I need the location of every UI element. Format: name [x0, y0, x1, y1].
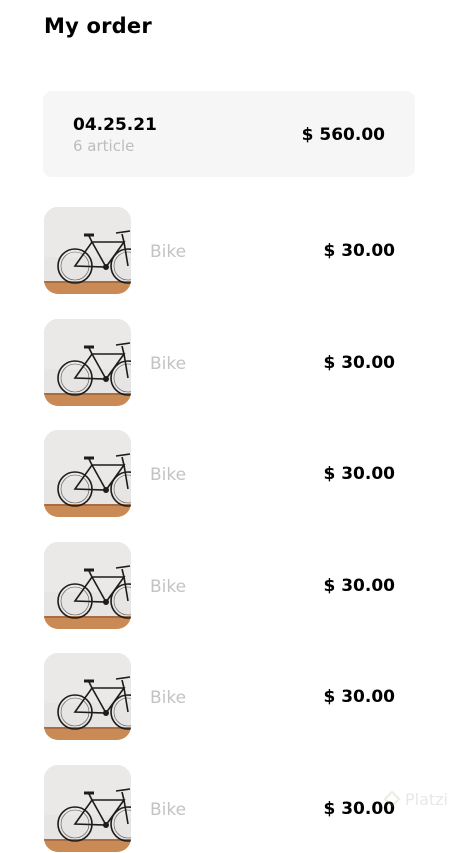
item-price: $ 30.00: [323, 576, 395, 596]
bike-thumbnail: [44, 653, 131, 740]
bike-photo-icon: [44, 430, 131, 517]
item-price: $ 30.00: [323, 464, 395, 484]
bike-thumbnail: [44, 319, 131, 406]
list-item[interactable]: Bike $ 30.00: [44, 542, 396, 630]
order-total: $ 560.00: [301, 125, 385, 145]
bike-thumbnail: [44, 765, 131, 852]
watermark-text: Platzi: [404, 790, 448, 809]
order-date: 04.25.21: [73, 115, 157, 135]
item-name: Bike: [150, 242, 187, 262]
list-item[interactable]: Bike $ 30.00: [44, 653, 396, 741]
item-name: Bike: [150, 577, 187, 597]
order-summary-card[interactable]: 04.25.21 6 article $ 560.00: [43, 91, 415, 177]
bike-photo-icon: [44, 319, 131, 406]
list-item[interactable]: Bike $ 30.00: [44, 430, 396, 518]
item-name: Bike: [150, 354, 187, 374]
platzi-watermark: Platzi: [383, 790, 448, 809]
bike-photo-icon: [44, 765, 131, 852]
page-title: My order: [44, 14, 152, 38]
bike-photo-icon: [44, 653, 131, 740]
item-price: $ 30.00: [323, 353, 395, 373]
bike-thumbnail: [44, 542, 131, 629]
order-article-count: 6 article: [73, 137, 135, 155]
list-item[interactable]: Bike $ 30.00: [44, 319, 396, 407]
bike-thumbnail: [44, 430, 131, 517]
item-name: Bike: [150, 688, 187, 708]
item-name: Bike: [150, 800, 187, 820]
list-item[interactable]: Bike $ 30.00: [44, 207, 396, 295]
item-price: $ 30.00: [323, 687, 395, 707]
platzi-logo-icon: [383, 790, 401, 807]
bike-photo-icon: [44, 542, 131, 629]
bike-photo-icon: [44, 207, 131, 294]
bike-thumbnail: [44, 207, 131, 294]
item-price: $ 30.00: [323, 241, 395, 261]
list-item[interactable]: Bike $ 30.00: [44, 765, 396, 853]
item-name: Bike: [150, 465, 187, 485]
